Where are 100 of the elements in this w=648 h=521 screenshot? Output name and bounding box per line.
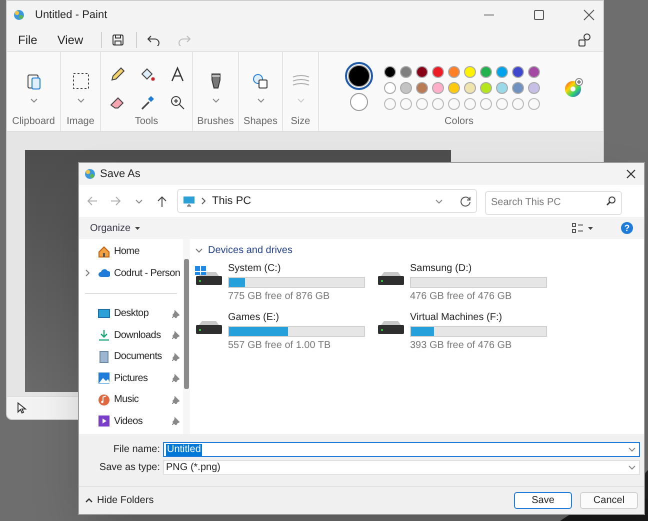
chevron-down-icon[interactable] [195, 248, 203, 253]
sidebar-item[interactable]: Home [79, 241, 184, 262]
sidebar-item[interactable]: Pictures [79, 368, 184, 388]
color-swatch[interactable] [416, 82, 428, 94]
up-arrow-icon[interactable] [157, 196, 167, 206]
color-swatch[interactable] [400, 82, 412, 94]
file-name-field[interactable]: Untitled [163, 442, 640, 457]
dialog-button[interactable]: Cancel [580, 492, 638, 509]
empty-color-slot[interactable] [384, 98, 396, 110]
cloud-icon [98, 267, 110, 279]
back-arrow-icon[interactable] [87, 196, 97, 206]
maximize-icon[interactable] [533, 9, 545, 21]
caret-icon[interactable] [588, 226, 593, 230]
color-swatch[interactable] [512, 66, 524, 78]
empty-color-slot[interactable] [528, 98, 540, 110]
drive-name: System (C:) [228, 262, 282, 275]
empty-color-slot[interactable] [416, 98, 428, 110]
color-swatch[interactable] [464, 82, 476, 94]
drive-item[interactable]: Samsung (D:) 476 GB free of 476 GB [377, 262, 547, 303]
shapes-icon[interactable] [578, 33, 592, 47]
sidebar-item[interactable]: Codrut - Person [79, 262, 184, 284]
pencil-icon[interactable] [108, 66, 124, 82]
chevron-up-icon[interactable] [85, 498, 93, 503]
empty-color-slot[interactable] [464, 98, 476, 110]
drive-item[interactable]: Games (E:) 557 GB free of 1.00 TB [195, 311, 365, 352]
color-picker-icon[interactable] [138, 94, 154, 110]
free-space-text: 557 GB free of 1.00 TB [228, 339, 332, 352]
empty-color-slot[interactable] [400, 98, 412, 110]
empty-color-slot[interactable] [432, 98, 444, 110]
primary-color[interactable] [348, 64, 370, 86]
color-wheel-icon[interactable] [564, 78, 584, 98]
clipboard-icon[interactable] [24, 72, 42, 90]
chevron-right-icon[interactable] [85, 269, 90, 277]
selection-icon[interactable] [72, 72, 90, 90]
color-swatch[interactable] [416, 66, 428, 78]
color-swatch[interactable] [432, 66, 444, 78]
menu-item[interactable]: File [16, 31, 40, 49]
search-field[interactable]: Search This PC [485, 190, 622, 214]
dialog-button[interactable]: Save [514, 492, 572, 509]
empty-color-slot[interactable] [496, 98, 508, 110]
pin-icon [172, 396, 180, 404]
color-swatch[interactable] [512, 82, 524, 94]
color-swatch[interactable] [448, 82, 460, 94]
sidebar-item[interactable]: Videos [79, 410, 184, 432]
color-swatch[interactable] [528, 66, 540, 78]
free-space-text: 393 GB free of 476 GB [410, 339, 513, 352]
secondary-color[interactable] [350, 92, 368, 110]
videos-icon [98, 415, 110, 427]
magnifier-icon[interactable] [168, 94, 184, 110]
sidebar-item[interactable]: Desktop [79, 303, 184, 324]
sidebar-item[interactable]: Downloads [79, 324, 184, 346]
undo-icon[interactable] [147, 34, 162, 46]
drive-item[interactable]: Virtual Machines (F:) 393 GB free of 476 GB [377, 311, 547, 352]
ribbon-group-label: Tools [134, 117, 158, 127]
color-swatch[interactable] [496, 66, 508, 78]
organize-button[interactable]: Organize [90, 220, 140, 236]
color-swatch[interactable] [400, 66, 412, 78]
field-label: Save as type: [98, 461, 161, 475]
empty-color-slot[interactable] [512, 98, 524, 110]
empty-color-slot[interactable] [448, 98, 460, 110]
paint-bucket-icon[interactable] [138, 66, 154, 82]
close-icon[interactable] [626, 169, 636, 179]
paint-app-icon [84, 168, 96, 180]
ribbon-group-label: Size [290, 117, 310, 127]
section-header[interactable]: Devices and drives [208, 243, 292, 258]
sidebar-item[interactable]: Music [79, 389, 184, 410]
caret-icon [296, 98, 304, 103]
color-swatch[interactable] [432, 82, 444, 94]
color-swatch[interactable] [384, 66, 396, 78]
save-icon[interactable] [112, 34, 124, 46]
color-swatch[interactable] [448, 66, 460, 78]
shapes-icon[interactable] [252, 72, 270, 90]
address-bar[interactable]: This PC [177, 189, 477, 213]
hide-folders-button[interactable]: Hide Folders [85, 493, 154, 508]
help-button[interactable]: ? [621, 222, 633, 234]
home-icon [98, 246, 110, 258]
forward-arrow-icon[interactable] [111, 196, 121, 206]
desktop-icon [98, 308, 110, 320]
color-swatch[interactable] [384, 82, 396, 94]
color-swatch[interactable] [496, 82, 508, 94]
pin-icon [172, 310, 180, 318]
color-swatch[interactable] [480, 82, 492, 94]
sidebar-item[interactable]: Documents [79, 346, 184, 367]
close-icon[interactable] [583, 9, 595, 21]
text-icon[interactable] [168, 66, 184, 82]
caret-icon[interactable] [134, 226, 140, 230]
windows-drive-icon [195, 266, 223, 286]
scrollbar-thumb[interactable] [184, 259, 190, 389]
color-swatch[interactable] [528, 82, 540, 94]
color-swatch[interactable] [464, 66, 476, 78]
drive-item[interactable]: System (C:) 775 GB free of 876 GB [195, 262, 365, 303]
color-swatch[interactable] [480, 66, 492, 78]
view-options-icon[interactable] [572, 223, 584, 233]
pin-icon [172, 374, 180, 382]
menu-item[interactable]: View [55, 31, 86, 49]
file-type-dropdown[interactable]: PNG (*.png) [163, 460, 640, 475]
empty-color-slot[interactable] [480, 98, 492, 110]
drive-name: Samsung (D:) [410, 262, 473, 275]
refresh-icon[interactable] [460, 196, 471, 206]
window-title: Untitled - Paint [35, 8, 108, 23]
